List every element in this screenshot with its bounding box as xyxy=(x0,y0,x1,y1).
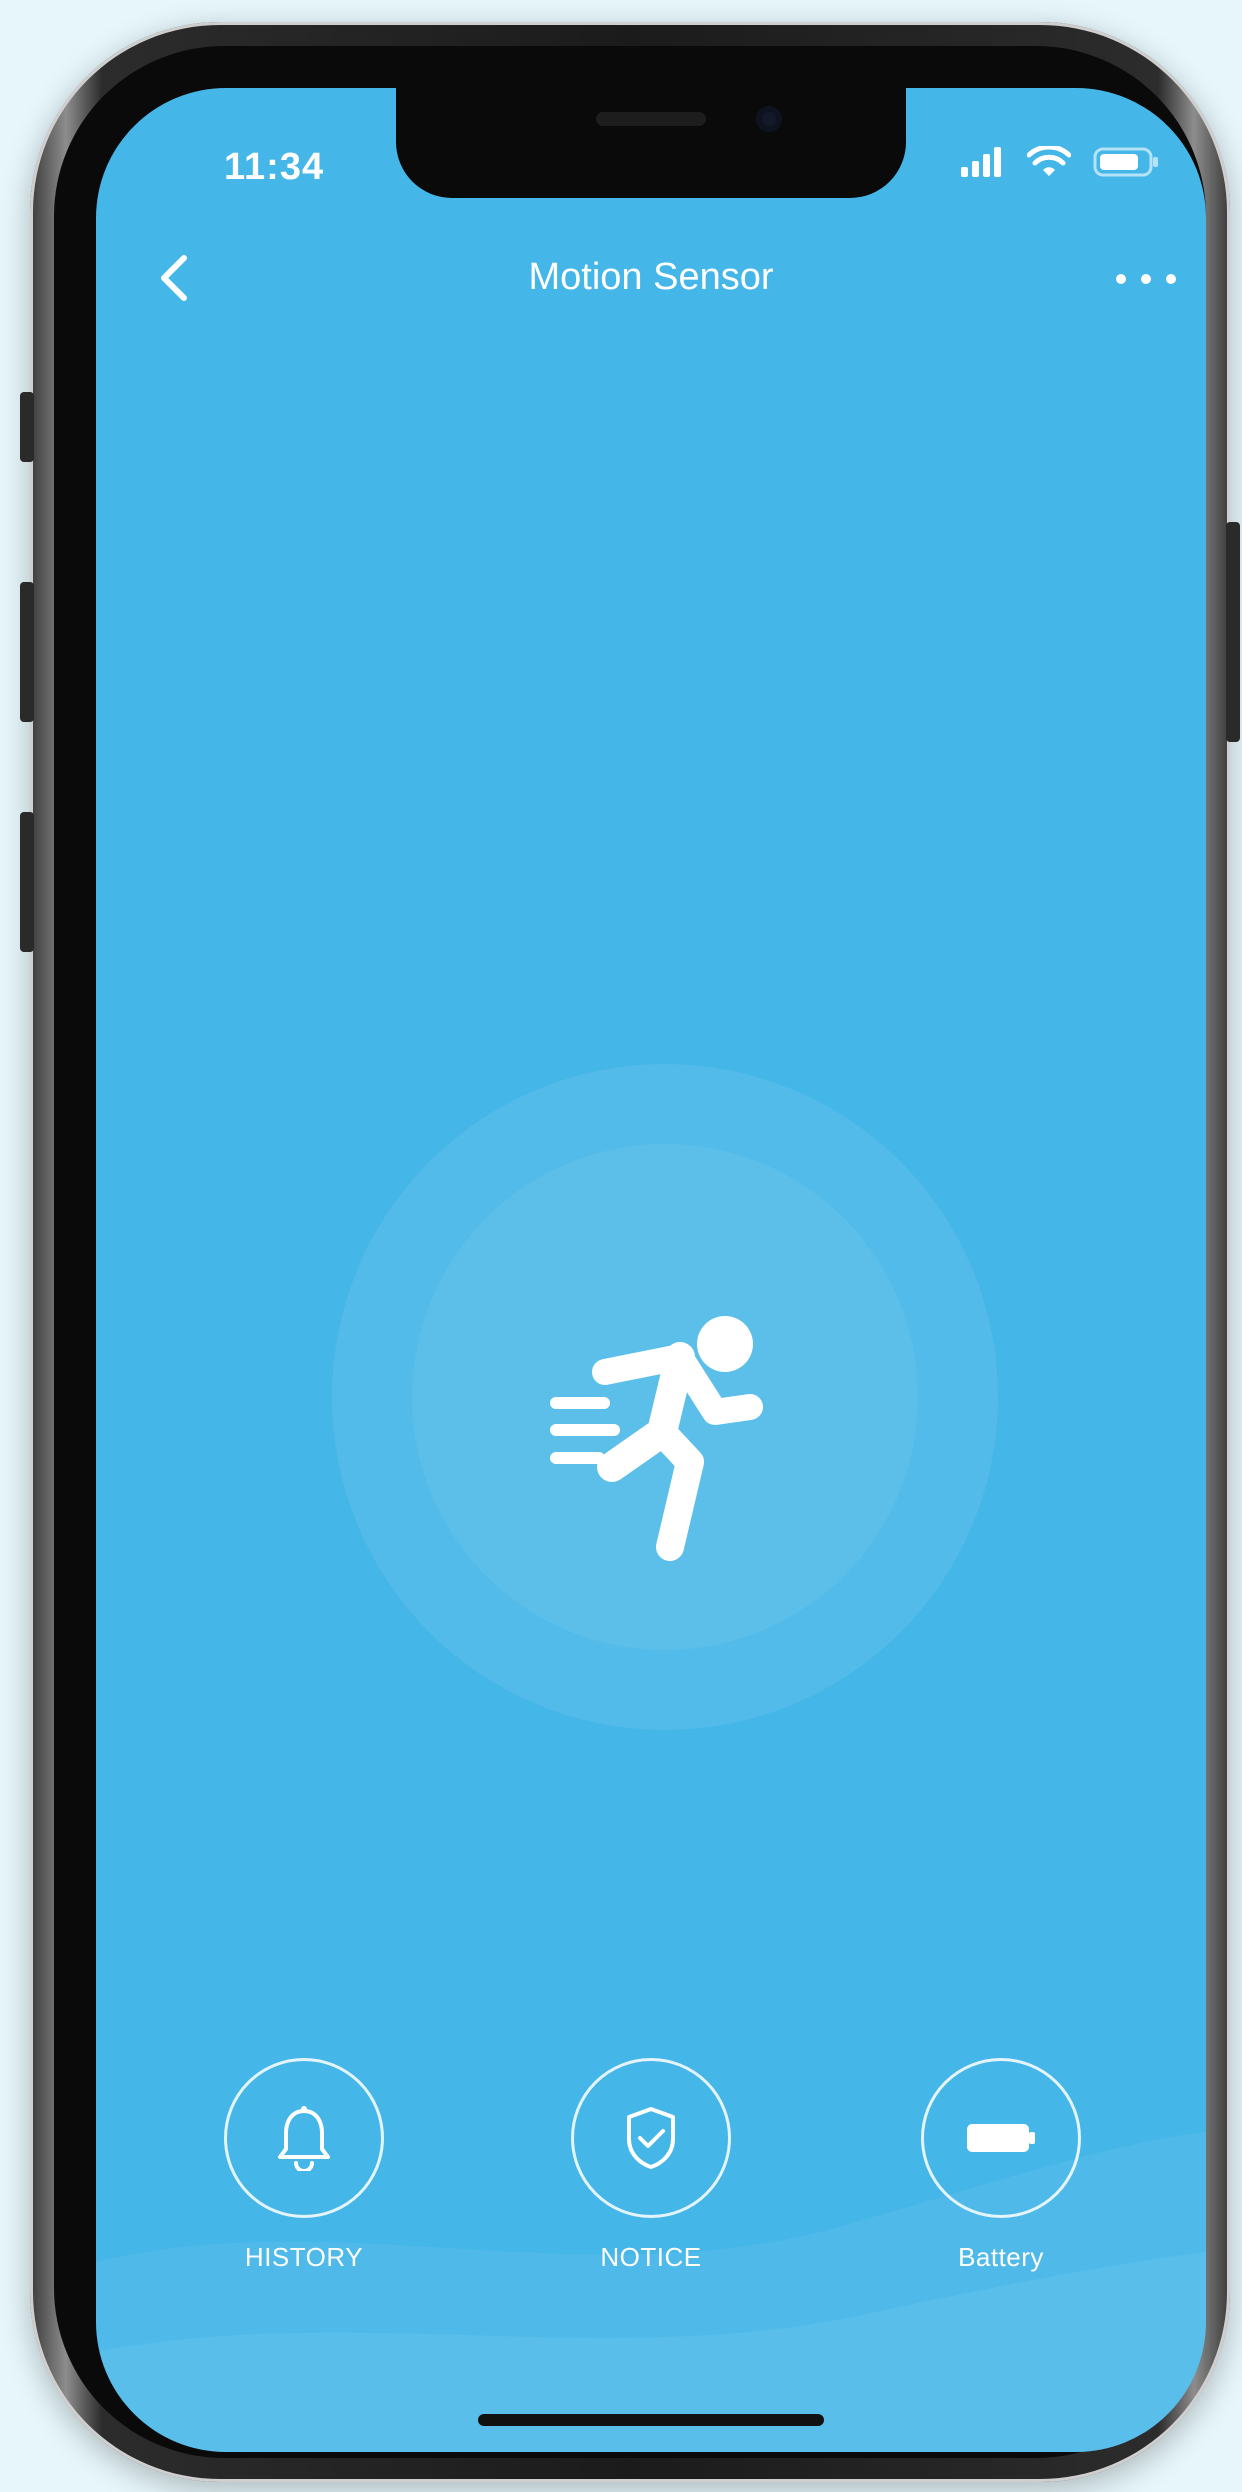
app-screen: 11:34 Motion Sensor HISTORY NOTICE Batte… xyxy=(96,88,1206,2452)
volume-down-button xyxy=(20,812,34,952)
home-indicator[interactable] xyxy=(478,2414,824,2426)
bell-icon xyxy=(278,2106,330,2171)
signal-icon xyxy=(961,147,1001,177)
power-button xyxy=(1226,522,1240,742)
status-time: 11:34 xyxy=(224,146,325,188)
running-person-icon xyxy=(550,1316,763,1561)
notice-button[interactable] xyxy=(571,2058,731,2218)
history-action[interactable]: HISTORY xyxy=(204,2058,404,2273)
wifi-icon xyxy=(1027,146,1071,176)
page-title: Motion Sensor xyxy=(528,256,774,298)
volume-up-button xyxy=(20,582,34,722)
motion-inner-circle xyxy=(412,1144,918,1650)
more-dots-icon[interactable] xyxy=(1111,264,1181,294)
battery-icon xyxy=(1093,147,1158,177)
phone-frame: 11:34 Motion Sensor HISTORY NOTICE Batte… xyxy=(20,22,1240,2482)
battery-label: Battery xyxy=(958,2242,1044,2272)
notice-label: NOTICE xyxy=(600,2242,702,2272)
battery-action[interactable]: Battery xyxy=(901,2058,1101,2273)
motion-status-circle xyxy=(332,1064,998,1730)
notch xyxy=(396,88,906,198)
shield-check-icon xyxy=(627,2107,675,2169)
history-button[interactable] xyxy=(224,2058,384,2218)
battery-level-icon xyxy=(967,2124,1035,2152)
status-icons xyxy=(961,146,1159,178)
notice-action[interactable]: NOTICE xyxy=(551,2058,751,2273)
history-label: HISTORY xyxy=(244,2242,364,2272)
battery-button[interactable] xyxy=(921,2058,1081,2218)
silent-switch xyxy=(20,392,34,462)
front-camera xyxy=(756,106,782,132)
earpiece-speaker xyxy=(596,112,706,126)
